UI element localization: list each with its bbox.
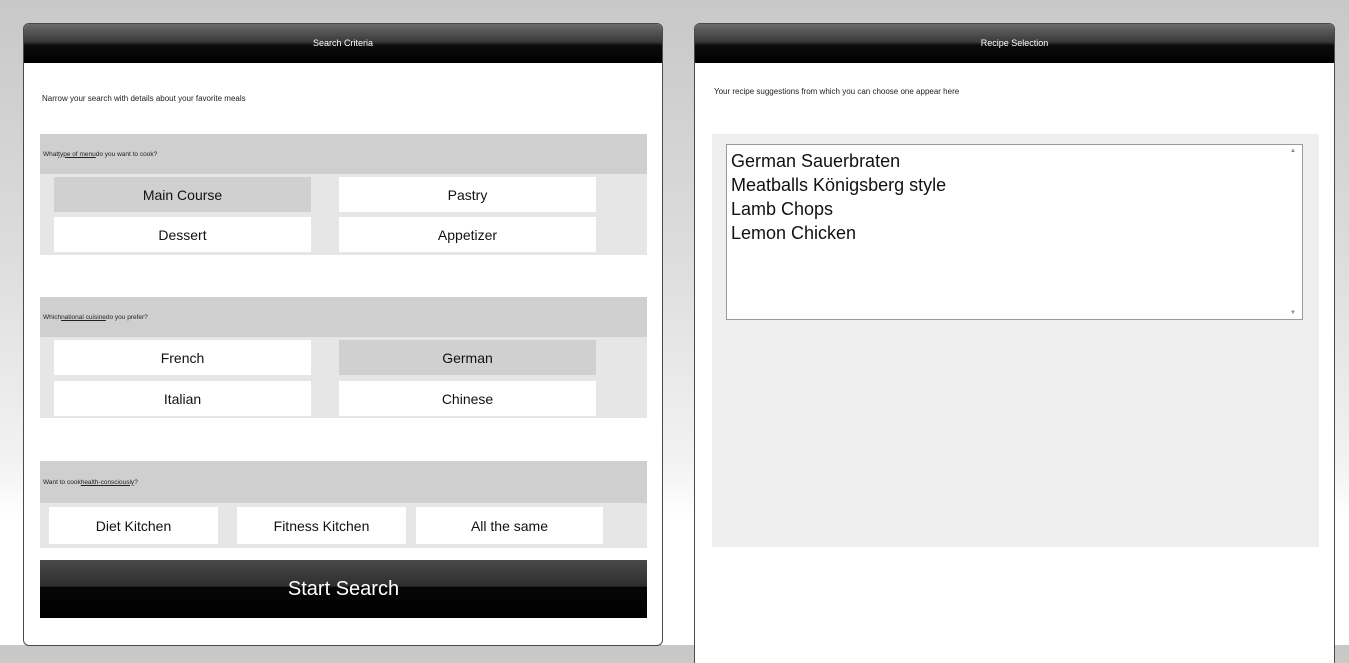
health-section: Want to cook health-consciously? Diet Ki… <box>40 461 647 548</box>
recipe-intro-text: Your recipe suggestions from which you c… <box>714 87 960 96</box>
cuisine-section: Which national cuisine do you prefer? Fr… <box>40 297 647 418</box>
scroll-down-arrow-icon[interactable]: ▼ <box>1290 310 1296 316</box>
option-main-course[interactable]: Main Course <box>54 177 311 212</box>
option-appetizer[interactable]: Appetizer <box>339 217 596 252</box>
health-link[interactable]: health-consciously <box>81 479 134 486</box>
search-intro-text: Narrow your search with details about yo… <box>42 94 246 103</box>
option-diet-kitchen[interactable]: Diet Kitchen <box>49 507 218 544</box>
recipe-item[interactable]: Lamb Chops <box>731 197 1302 221</box>
option-all-the-same[interactable]: All the same <box>416 507 603 544</box>
option-fitness-kitchen[interactable]: Fitness Kitchen <box>237 507 406 544</box>
recipe-results-area: German Sauerbraten Meatballs Königsberg … <box>712 134 1319 547</box>
option-german[interactable]: German <box>339 340 596 375</box>
recipe-listbox[interactable]: German Sauerbraten Meatballs Königsberg … <box>726 144 1303 320</box>
cuisine-link[interactable]: national cuisine <box>61 314 106 321</box>
option-dessert[interactable]: Dessert <box>54 217 311 252</box>
recipe-item[interactable]: Meatballs Königsberg style <box>731 173 1302 197</box>
start-search-button[interactable]: Start Search <box>40 560 647 618</box>
health-question: Want to cook health-consciously? <box>40 461 647 503</box>
search-criteria-title: Search Criteria <box>24 24 662 63</box>
menu-type-link[interactable]: type of menu <box>58 151 96 158</box>
recipe-selection-panel: Recipe Selection Your recipe suggestions… <box>694 23 1335 663</box>
recipe-item[interactable]: German Sauerbraten <box>731 149 1302 173</box>
menu-type-section: What type of menu do you want to cook? M… <box>40 134 647 255</box>
search-criteria-panel: Search Criteria Narrow your search with … <box>23 23 663 646</box>
recipe-item[interactable]: Lemon Chicken <box>731 221 1302 245</box>
menu-type-question: What type of menu do you want to cook? <box>40 134 647 174</box>
cuisine-question: Which national cuisine do you prefer? <box>40 297 647 337</box>
option-pastry[interactable]: Pastry <box>339 177 596 212</box>
option-italian[interactable]: Italian <box>54 381 311 416</box>
recipe-selection-title: Recipe Selection <box>695 24 1334 63</box>
option-french[interactable]: French <box>54 340 311 375</box>
scroll-up-arrow-icon[interactable]: ▲ <box>1290 148 1296 154</box>
option-chinese[interactable]: Chinese <box>339 381 596 416</box>
